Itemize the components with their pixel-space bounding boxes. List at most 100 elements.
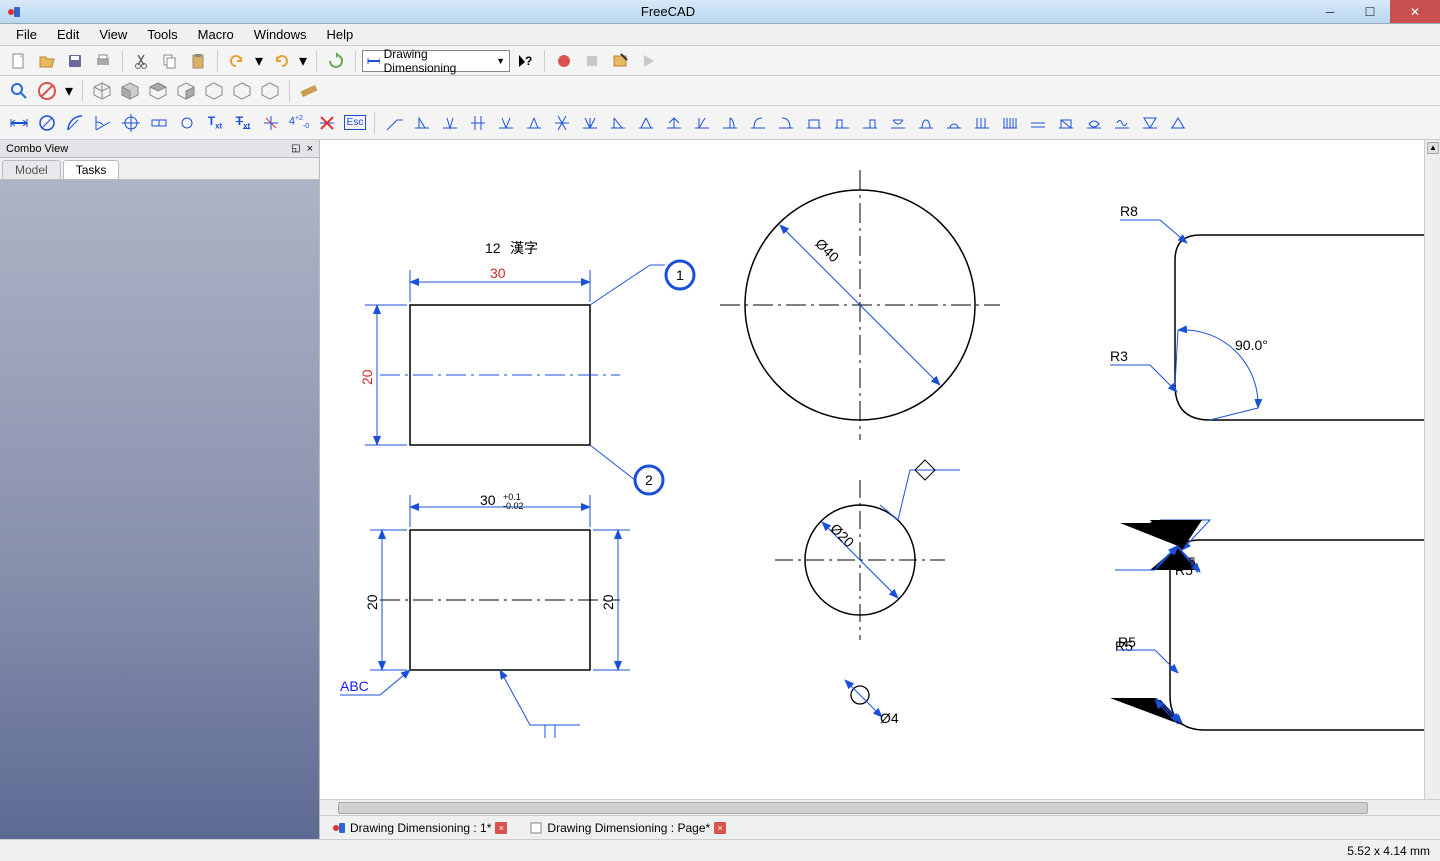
measure-icon[interactable] (296, 78, 322, 104)
weld-sym-6-icon[interactable] (521, 110, 547, 136)
weld-sym-17-icon[interactable] (829, 110, 855, 136)
paste-icon[interactable] (185, 48, 211, 74)
half-dim-icon[interactable] (146, 110, 172, 136)
weld-fillet-icon[interactable] (409, 110, 435, 136)
zoom-fit-icon[interactable] (6, 78, 32, 104)
weld-sym-14-icon[interactable] (745, 110, 771, 136)
undo-dropdown-icon[interactable]: ▾ (252, 48, 266, 74)
weld-sym-22-icon[interactable] (969, 110, 995, 136)
weld-sym-29-icon[interactable] (1165, 110, 1191, 136)
cut-icon[interactable] (129, 48, 155, 74)
redo-dropdown-icon[interactable]: ▾ (296, 48, 310, 74)
text-edit-icon[interactable]: Txt (230, 110, 256, 136)
weld-sym-12-icon[interactable] (689, 110, 715, 136)
weld-sym-25-icon[interactable] (1053, 110, 1079, 136)
weld-sym-8-icon[interactable] (577, 110, 603, 136)
weld-sym-3-icon[interactable] (437, 110, 463, 136)
tab-tasks[interactable]: Tasks (63, 160, 120, 179)
weld-sym-16-icon[interactable] (801, 110, 827, 136)
draw-style-dropdown-icon[interactable]: ▾ (62, 78, 76, 104)
angle-dim-icon[interactable] (90, 110, 116, 136)
window-maximize-button[interactable]: ☐ (1350, 0, 1390, 23)
status-bar: 5.52 x 4.14 mm (0, 839, 1440, 861)
weld-sym-27-icon[interactable] (1109, 110, 1135, 136)
workbench-selector[interactable]: Drawing Dimensioning ▼ (362, 50, 510, 72)
doc-tab-2[interactable]: Drawing Dimensioning : Page* × (525, 819, 730, 837)
left-view-icon[interactable] (257, 78, 283, 104)
whatsthis-icon[interactable]: ? (512, 48, 538, 74)
document-tabs: Drawing Dimensioning : 1* × Drawing Dime… (320, 815, 1440, 839)
weld-sym-23-icon[interactable] (997, 110, 1023, 136)
doc-tab-1[interactable]: Drawing Dimensioning : 1* × (328, 819, 511, 837)
right-view-icon[interactable] (173, 78, 199, 104)
doc-tab-2-close-icon[interactable]: × (714, 822, 726, 834)
tab-model[interactable]: Model (2, 160, 61, 179)
text-icon[interactable]: Txt (202, 110, 228, 136)
toolbar-dimensioning: Txt Txt 4+2-0 Esc (0, 106, 1440, 140)
drawing-canvas[interactable]: 30 20 12 漢字 1 2 (320, 140, 1440, 799)
tolerance-icon[interactable] (258, 110, 284, 136)
new-icon[interactable] (6, 48, 32, 74)
tolerance-add-icon[interactable]: 4+2-0 (286, 110, 312, 136)
window-minimize-button[interactable]: ─ (1310, 0, 1350, 23)
rear-view-icon[interactable] (201, 78, 227, 104)
horizontal-scrollbar[interactable] (320, 799, 1440, 815)
weld-sym-19-icon[interactable] (885, 110, 911, 136)
macro-record-icon[interactable] (551, 48, 577, 74)
weld-sym-13-icon[interactable] (717, 110, 743, 136)
top-view-icon[interactable] (145, 78, 171, 104)
menu-windows[interactable]: Windows (244, 25, 317, 44)
doc-tab-1-close-icon[interactable]: × (495, 822, 507, 834)
window-title: FreeCAD (26, 4, 1310, 19)
draw-style-icon[interactable] (34, 78, 60, 104)
circular-dim-icon[interactable] (34, 110, 60, 136)
macro-play-icon[interactable] (635, 48, 661, 74)
toolbar-view: ▾ (0, 76, 1440, 106)
doc-tab-2-label: Drawing Dimensioning : Page* (547, 821, 710, 835)
open-icon[interactable] (34, 48, 60, 74)
weld-sym-11-icon[interactable] (661, 110, 687, 136)
weld-sym-20-icon[interactable] (913, 110, 939, 136)
center-lines-icon[interactable] (174, 110, 200, 136)
menu-help[interactable]: Help (317, 25, 364, 44)
delete-dim-icon[interactable] (314, 110, 340, 136)
save-icon[interactable] (62, 48, 88, 74)
macro-edit-icon[interactable] (607, 48, 633, 74)
escape-icon[interactable]: Esc (342, 110, 368, 136)
copy-icon[interactable] (157, 48, 183, 74)
app-icon (6, 4, 22, 20)
menu-edit[interactable]: Edit (47, 25, 89, 44)
weld-sym-24-icon[interactable] (1025, 110, 1051, 136)
combo-close-icon[interactable]: × (307, 143, 313, 155)
front-view-icon[interactable] (117, 78, 143, 104)
weld-sym-10-icon[interactable] (633, 110, 659, 136)
redo-icon[interactable] (268, 48, 294, 74)
weld-sym-28-icon[interactable] (1137, 110, 1163, 136)
weld-arrow-icon[interactable] (381, 110, 407, 136)
radius-dim-icon[interactable] (62, 110, 88, 136)
menu-view[interactable]: View (89, 25, 137, 44)
weld-sym-26-icon[interactable] (1081, 110, 1107, 136)
macro-stop-icon[interactable] (579, 48, 605, 74)
weld-sym-18-icon[interactable] (857, 110, 883, 136)
window-close-button[interactable]: ✕ (1390, 0, 1440, 23)
menu-macro[interactable]: Macro (188, 25, 244, 44)
weld-sym-21-icon[interactable] (941, 110, 967, 136)
weld-sym-9-icon[interactable] (605, 110, 631, 136)
menu-tools[interactable]: Tools (137, 25, 187, 44)
weld-sym-15-icon[interactable] (773, 110, 799, 136)
bottom-view-icon[interactable] (229, 78, 255, 104)
weld-sym-5-icon[interactable] (493, 110, 519, 136)
combo-undock-icon[interactable]: ◱ (291, 143, 300, 154)
weld-sym-7-icon[interactable] (549, 110, 575, 136)
center-mark-icon[interactable] (118, 110, 144, 136)
vertical-scrollbar[interactable]: ▲ (1424, 140, 1440, 799)
status-coords: 5.52 x 4.14 mm (1347, 844, 1430, 858)
weld-sym-4-icon[interactable] (465, 110, 491, 136)
undo-icon[interactable] (224, 48, 250, 74)
linear-dim-icon[interactable] (6, 110, 32, 136)
refresh-icon[interactable] (323, 48, 349, 74)
iso-view-icon[interactable] (89, 78, 115, 104)
menu-file[interactable]: File (6, 25, 47, 44)
print-icon[interactable] (90, 48, 116, 74)
